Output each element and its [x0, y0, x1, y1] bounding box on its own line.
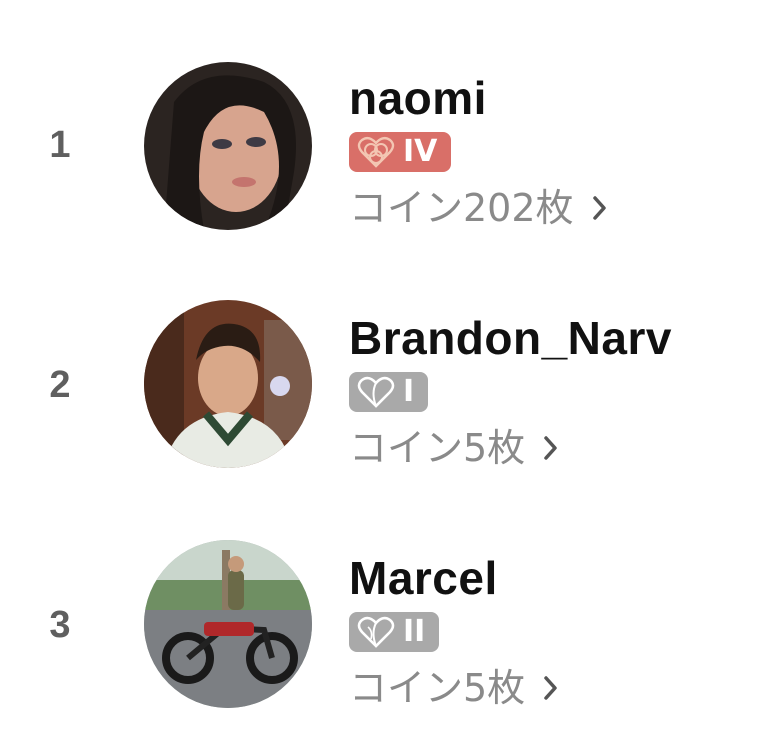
user-info: Brandon_Narv I コイン5枚 — [349, 312, 672, 470]
rank-number: 1 — [49, 124, 71, 166]
level-badge: I — [349, 372, 429, 412]
badge-level: I — [403, 374, 415, 409]
coin-count: コイン202枚 — [349, 186, 574, 230]
coin-count: コイン5枚 — [349, 426, 526, 470]
leaderboard-list: 1 naomi IV コイン202枚 2 Brandon_Narv I コイン5… — [0, 0, 757, 731]
chevron-right-icon — [592, 196, 606, 220]
coin-count-link[interactable]: コイン5枚 — [349, 666, 559, 710]
heart-knot-icon — [357, 136, 395, 168]
coin-count: コイン5枚 — [349, 666, 526, 710]
avatar[interactable] — [144, 540, 312, 708]
badge-level: IV — [403, 134, 438, 169]
user-info: Marcel II コイン5枚 — [349, 552, 559, 710]
rank-number: 2 — [49, 364, 71, 406]
rank-number: 3 — [49, 604, 71, 646]
heart-outline-icon — [357, 376, 395, 408]
leaderboard-row-1[interactable]: 1 naomi IV コイン202枚 — [0, 0, 757, 240]
badge-level: II — [403, 614, 426, 649]
coin-count-link[interactable]: コイン5枚 — [349, 426, 672, 470]
leaderboard-row-2[interactable]: 2 Brandon_Narv I コイン5枚 — [0, 240, 757, 480]
leaderboard-row-3[interactable]: 3 Marcel II コイン5枚 — [0, 480, 757, 720]
chevron-right-icon — [544, 436, 557, 460]
username: naomi — [349, 72, 487, 124]
level-badge: II — [349, 612, 440, 652]
coin-count-link[interactable]: コイン202枚 — [349, 186, 608, 230]
avatar[interactable] — [144, 62, 312, 230]
user-info: naomi IV コイン202枚 — [349, 72, 608, 230]
username: Marcel — [349, 552, 498, 604]
avatar[interactable] — [144, 300, 312, 468]
level-badge: IV — [349, 132, 452, 172]
heart-outline-icon — [357, 616, 395, 648]
chevron-right-icon — [544, 676, 557, 700]
username: Brandon_Narv — [349, 312, 672, 364]
